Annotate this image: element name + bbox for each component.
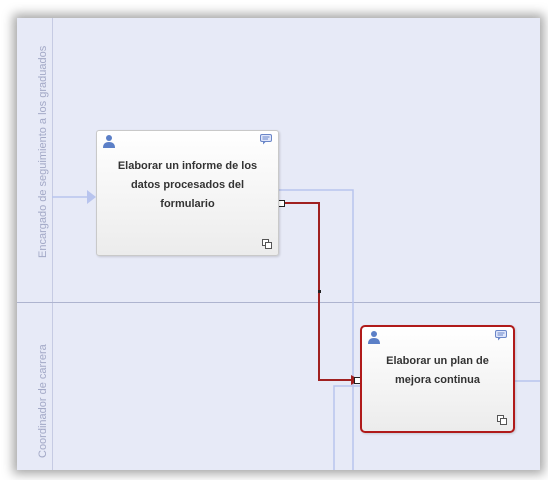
flow-line-right[interactable]	[277, 189, 354, 470]
incoming-flow-arrow	[87, 190, 96, 204]
task-elaborar-informe[interactable]: Elaborar un informe de los datos procesa…	[96, 130, 279, 256]
task-label: Elaborar un plan de mejora continua	[386, 355, 489, 386]
comment-icon[interactable]	[495, 330, 507, 341]
connector-mid-handle[interactable]	[318, 290, 321, 293]
subprocess-icon[interactable]	[262, 239, 272, 249]
subprocess-icon[interactable]	[497, 415, 507, 425]
connector-start-handle[interactable]	[278, 200, 285, 207]
task-plan-mejora[interactable]: Elaborar un plan de mejora continua	[360, 325, 515, 433]
task-label: Elaborar un informe de los datos procesa…	[117, 160, 258, 210]
selected-connector[interactable]	[281, 202, 353, 381]
flow-line-lower[interactable]	[333, 385, 360, 470]
user-icon	[368, 331, 380, 344]
user-icon	[103, 135, 115, 148]
comment-icon[interactable]	[260, 134, 272, 145]
diagram-canvas[interactable]: Encargado de seguimiento a los graduados…	[17, 18, 540, 470]
